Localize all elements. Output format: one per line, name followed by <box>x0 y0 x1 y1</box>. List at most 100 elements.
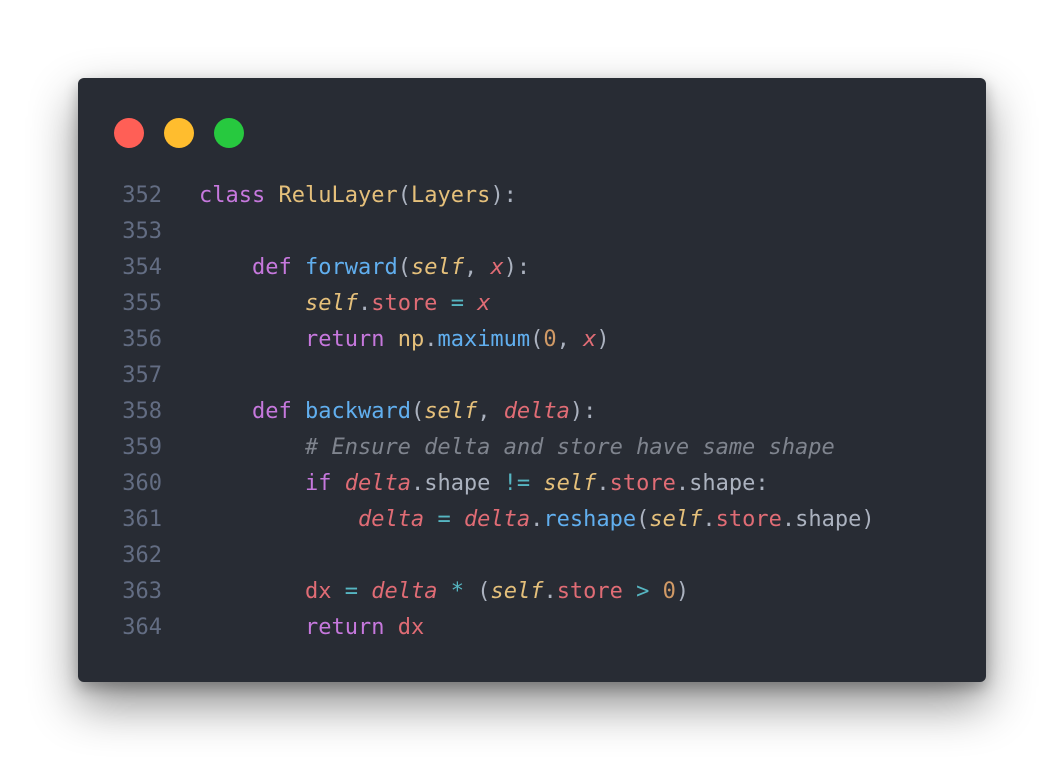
code-token: = <box>437 507 451 532</box>
code-token: delta <box>463 507 531 532</box>
code-token: self <box>304 291 358 316</box>
close-dot-icon[interactable] <box>114 118 144 148</box>
code-token: ( <box>636 507 650 532</box>
code-token: . <box>424 327 438 352</box>
line-number: 361 <box>122 507 162 532</box>
code-token: x <box>490 255 504 280</box>
code-block: 352 class ReluLayer(Layers): 353 354 def fo… <box>78 178 986 646</box>
code-token: , <box>463 255 491 280</box>
code-line: 352 class ReluLayer(Layers): <box>78 178 986 214</box>
code-token: return <box>304 327 385 352</box>
code-line: 361 delta = delta.reshape(self.store.sha… <box>78 502 986 538</box>
code-line: 360 if delta.shape != self.store.shape: <box>78 466 986 502</box>
code-token: . <box>530 507 544 532</box>
code-token: Layers <box>410 183 491 208</box>
code-token: .shape: <box>675 471 769 496</box>
code-text: # Ensure delta and store have same shape <box>199 430 835 466</box>
code-token: = <box>450 291 464 316</box>
code-text: return dx <box>199 610 424 646</box>
code-line: 363 dx = delta * (self.store > 0) <box>78 574 986 610</box>
code-token: store <box>556 579 623 604</box>
code-token: reshape <box>543 507 637 532</box>
code-token: ): <box>490 183 517 208</box>
code-token: delta <box>371 579 438 604</box>
code-line: 353 <box>78 214 986 250</box>
code-token: maximum <box>437 327 531 352</box>
line-number: 358 <box>122 399 162 424</box>
code-text: class ReluLayer(Layers): <box>199 178 517 214</box>
code-token: delta <box>503 399 570 424</box>
code-line: 362 <box>78 538 986 574</box>
code-token: def <box>251 399 292 424</box>
code-token: .shape) <box>781 507 875 532</box>
code-token: store <box>609 471 676 496</box>
code-token: > <box>636 579 650 604</box>
code-token: ( <box>397 255 411 280</box>
code-text: if delta.shape != self.store.shape: <box>199 466 769 502</box>
code-token: ) <box>675 579 690 604</box>
code-token: self <box>410 255 464 280</box>
code-token: 0 <box>543 327 557 352</box>
code-token: , <box>477 399 504 424</box>
code-token: backward <box>304 399 411 424</box>
code-text: delta = delta.reshape(self.store.shape) <box>199 502 875 538</box>
code-token: def <box>251 255 292 280</box>
code-token: x <box>477 291 491 316</box>
code-line: 357 <box>78 358 986 394</box>
code-token: * <box>450 579 464 604</box>
line-number: 364 <box>122 615 162 640</box>
code-token: dx <box>304 579 332 604</box>
code-text: self.store = x <box>199 286 490 322</box>
code-token: dx <box>397 615 425 640</box>
code-token: . <box>702 507 716 532</box>
code-token: ( <box>463 579 491 604</box>
line-number: 363 <box>122 579 162 604</box>
code-token: .shape <box>410 471 504 496</box>
minimize-dot-icon[interactable] <box>164 118 194 148</box>
maximize-dot-icon[interactable] <box>214 118 244 148</box>
code-line: 354 def forward(self, x): <box>78 250 986 286</box>
line-number: 356 <box>122 327 162 352</box>
line-number: 357 <box>122 363 162 388</box>
code-token: forward <box>304 255 398 280</box>
line-number: 355 <box>122 291 162 316</box>
code-token: ): <box>569 399 597 424</box>
code-line: 356 return np.maximum(0, x) <box>78 322 986 358</box>
code-token: . <box>543 579 557 604</box>
code-token: x <box>583 327 597 352</box>
code-token: ( <box>530 327 544 352</box>
line-number: 360 <box>122 471 162 496</box>
code-token: self <box>490 579 544 604</box>
code-token: store <box>715 507 782 532</box>
code-token: delta <box>357 507 425 532</box>
code-token: ( <box>410 399 425 424</box>
code-line: 364 return dx <box>78 610 986 646</box>
code-token: . <box>357 291 372 316</box>
code-token: return <box>304 615 385 640</box>
code-text: dx = delta * (self.store > 0) <box>199 574 689 610</box>
code-token: . <box>596 471 610 496</box>
line-number: 359 <box>122 435 162 460</box>
code-token: ReluLayer <box>278 183 398 208</box>
code-token: , <box>556 327 584 352</box>
code-token: store <box>371 291 438 316</box>
